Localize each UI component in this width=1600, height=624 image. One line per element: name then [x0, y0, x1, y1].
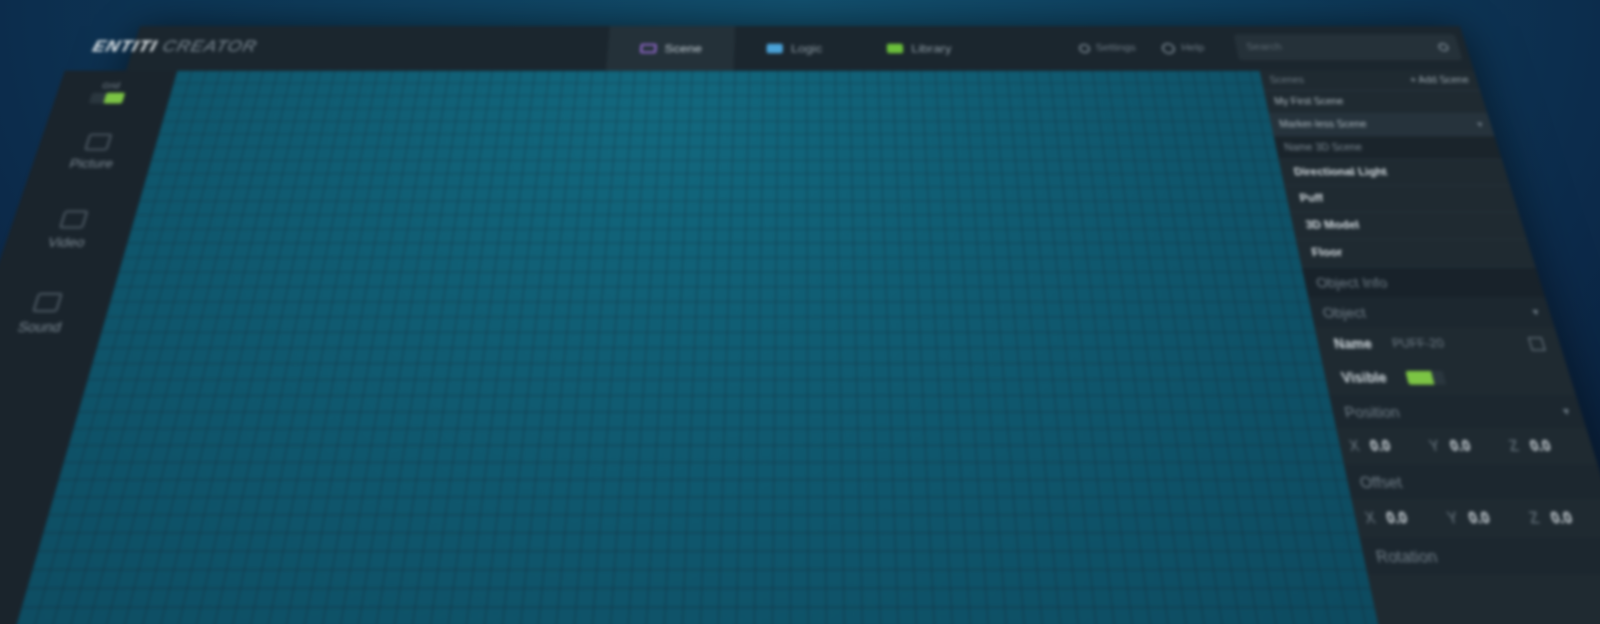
name-field: Name PUFF-20 — [1315, 327, 1566, 360]
object-item[interactable]: 3D Model — [1289, 212, 1528, 240]
toolbar: Settings Help — [1076, 26, 1209, 71]
x-axis-label: X — [1347, 437, 1362, 455]
scene-item-label: Name 3D Scene — [1283, 142, 1364, 153]
tab-library-label: Library — [910, 41, 952, 55]
scene-item-label: My First Scene — [1273, 96, 1345, 107]
offset-z-input[interactable]: 0.0 — [1549, 509, 1600, 527]
tab-scene[interactable]: Scene — [605, 26, 735, 73]
object-section-title: Object — [1320, 304, 1368, 321]
scene-item[interactable]: Name 3D Scene — [1273, 136, 1503, 160]
object-item[interactable]: Puff — [1284, 185, 1519, 213]
tab-logic[interactable]: Logic — [733, 26, 855, 71]
x-axis-label: X — [1363, 509, 1378, 528]
z-axis-label: Z — [1527, 509, 1542, 528]
stage: ENTITI CREATOR Scene Logic Library Setti… — [0, 0, 1600, 624]
object-item-label: 3D Model — [1304, 219, 1361, 232]
edit-icon[interactable] — [1527, 337, 1546, 351]
offset-x-input[interactable]: 0.0 — [1385, 509, 1443, 527]
add-scene-button[interactable]: + Add Scene — [1409, 75, 1470, 85]
picture-icon — [83, 133, 113, 151]
position-values: X 0.0 Y 0.0 Z 0.0 — [1336, 428, 1598, 464]
object-info-title: Object Info — [1314, 274, 1389, 291]
search-input[interactable]: Search — [1233, 34, 1463, 61]
grid-switch[interactable]: Grid — [88, 81, 129, 104]
settings-button[interactable]: Settings — [1077, 42, 1137, 54]
app-window: ENTITI CREATOR Scene Logic Library Setti… — [0, 26, 1600, 624]
sound-icon — [31, 292, 63, 313]
object-info-header: Object Info — [1301, 267, 1546, 298]
sidebar-item-label: Picture — [67, 156, 116, 171]
name-label: Name — [1332, 336, 1374, 352]
help-label: Help — [1180, 42, 1206, 54]
tab-scene-label: Scene — [664, 41, 703, 55]
object-section[interactable]: Object ▾ — [1308, 297, 1555, 328]
sidebar-item-video[interactable]: Video — [3, 210, 136, 250]
main-tabs: Scene Logic Library — [605, 26, 986, 73]
object-item-label: Directional Light — [1292, 166, 1389, 179]
y-axis-label: Y — [1427, 437, 1442, 455]
object-item[interactable]: Floor — [1295, 239, 1536, 268]
visible-toggle[interactable] — [1405, 370, 1447, 385]
scenes-header: Scenes + Add Scene — [1259, 70, 1481, 91]
tab-logic-label: Logic — [790, 41, 823, 55]
help-icon — [1161, 42, 1177, 54]
position-title: Position — [1342, 402, 1402, 421]
logic-icon — [766, 43, 783, 53]
gear-icon — [1077, 43, 1091, 53]
settings-label: Settings — [1094, 42, 1137, 54]
sidebar-item-sound[interactable]: Sound — [0, 292, 113, 336]
offset-section[interactable]: Offset — [1343, 464, 1600, 500]
library-icon — [886, 43, 904, 53]
tab-library[interactable]: Library — [854, 26, 986, 71]
top-bar: ENTITI CREATOR Scene Logic Library Setti… — [90, 26, 1475, 73]
scene-icon — [639, 43, 657, 53]
object-item-label: Puff — [1298, 192, 1325, 205]
scene-item[interactable]: My First Scene — [1263, 90, 1488, 114]
position-z-input[interactable]: 0.0 — [1528, 438, 1585, 455]
scene-viewport[interactable] — [14, 70, 1380, 624]
position-x-input[interactable]: 0.0 — [1368, 438, 1424, 455]
visible-label: Visible — [1339, 369, 1389, 386]
y-axis-label: Y — [1445, 509, 1460, 528]
brand-part1: ENTITI — [90, 37, 160, 55]
brand-logo: ENTITI CREATOR — [90, 38, 259, 56]
position-y-input[interactable]: 0.0 — [1448, 438, 1505, 455]
sidebar-item-label: Video — [45, 234, 88, 250]
scene-item[interactable]: Marker-less Scene ▾ — [1268, 113, 1495, 137]
help-button[interactable]: Help — [1161, 42, 1206, 54]
offset-title: Offset — [1357, 472, 1404, 491]
grid-toggle[interactable] — [88, 92, 126, 104]
brand-part2: CREATOR — [160, 37, 260, 55]
scene-item-label: Marker-less Scene — [1278, 119, 1369, 130]
offset-y-input[interactable]: 0.0 — [1467, 509, 1525, 527]
chevron-down-icon: ▾ — [1530, 306, 1541, 319]
rotation-section[interactable]: Rotation — [1359, 537, 1600, 575]
object-item-label: Floor — [1310, 246, 1344, 260]
z-axis-label: Z — [1507, 437, 1521, 455]
sidebar-item-label: Sound — [15, 318, 64, 336]
object-item[interactable]: Directional Light — [1278, 159, 1511, 186]
scenes-title: Scenes — [1268, 75, 1306, 86]
position-section[interactable]: Position ▾ — [1329, 395, 1587, 428]
visible-field: Visible — [1322, 361, 1576, 395]
name-value[interactable]: PUFF-20 — [1391, 337, 1446, 350]
video-icon — [58, 210, 89, 229]
search-placeholder: Search — [1245, 42, 1283, 53]
sidebar-item-picture[interactable]: Picture — [31, 133, 159, 171]
search-icon — [1437, 42, 1450, 52]
rotation-title: Rotation — [1373, 545, 1439, 566]
chevron-down-icon: ▾ — [1475, 119, 1485, 130]
grid-switch-label: Grid — [100, 81, 122, 91]
offset-values: X 0.0 Y 0.0 Z 0.0 — [1351, 499, 1600, 537]
chevron-down-icon: ▾ — [1561, 404, 1572, 418]
